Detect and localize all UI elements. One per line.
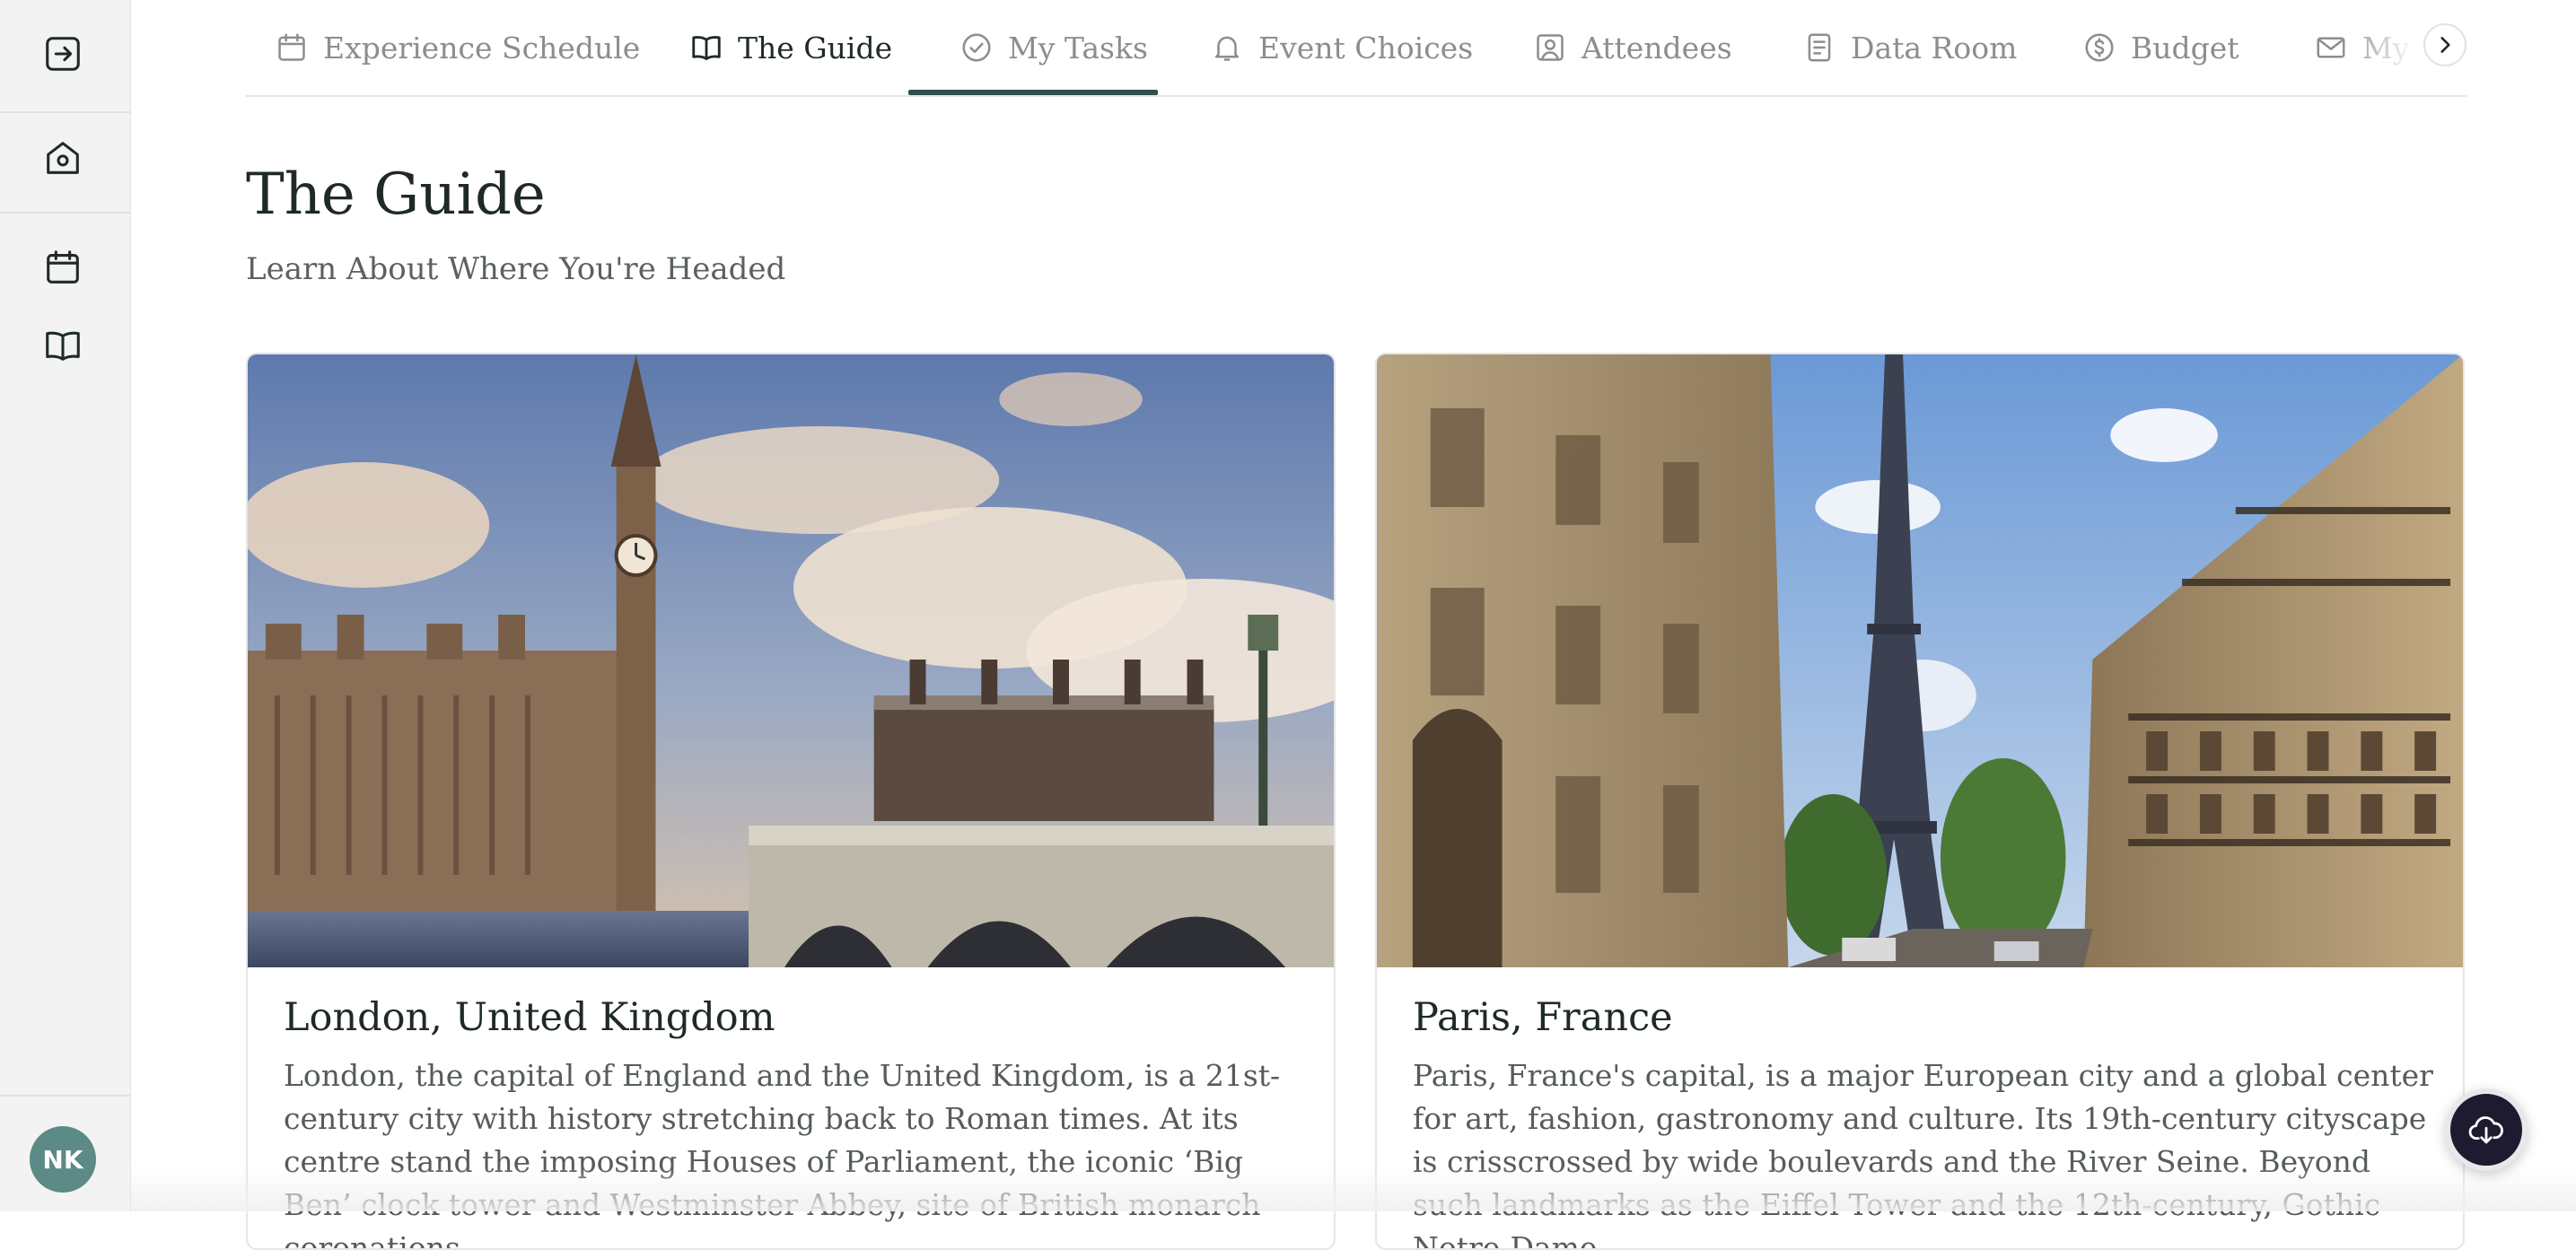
tab-label: Budget (2131, 30, 2239, 66)
sidebar-divider (0, 1095, 131, 1097)
paris-image (1377, 354, 2463, 967)
schedule-button[interactable] (36, 240, 90, 294)
tab-scroll-next-button[interactable] (2423, 23, 2466, 66)
tab-my-tasks[interactable]: My Tasks (959, 0, 1148, 95)
active-tab-indicator (908, 90, 1158, 95)
card-description: London, the capital of England and the U… (284, 1058, 1281, 1250)
exit-button[interactable] (36, 27, 90, 81)
card-title: Paris, France (1413, 995, 1673, 1040)
book-icon (692, 36, 721, 61)
check-circle-icon (962, 33, 991, 62)
user-avatar[interactable]: NK (30, 1126, 96, 1193)
tab-label: The Guide (738, 30, 893, 66)
download-fab-button[interactable] (2445, 1088, 2528, 1171)
bell-icon (1214, 36, 1240, 61)
calendar-icon (47, 250, 79, 284)
tab-bar: Experience Schedule The Guide My Tasks E… (246, 0, 2466, 97)
user-square-icon (1537, 34, 1564, 61)
card-description: Paris, France's capital, is a major Euro… (1413, 1058, 2433, 1250)
dollar-circle-icon (2085, 33, 2114, 62)
sidebar: NK (0, 0, 131, 1211)
card-title: London, United Kingdom (284, 995, 775, 1040)
home-button[interactable] (36, 131, 90, 185)
book-icon (46, 331, 80, 361)
london-image (248, 354, 1334, 967)
tab-label: Attendees (1582, 30, 1732, 66)
guide-card-paris[interactable]: Paris, France Paris, France's capital, i… (1375, 353, 2465, 1250)
tab-event-choices[interactable]: Event Choices (1210, 0, 1473, 95)
exit-icon (46, 37, 80, 71)
guide-button[interactable] (36, 319, 90, 372)
tab-data-room[interactable]: Data Room (1802, 0, 2017, 95)
tab-label: My Tasks (1008, 30, 1148, 66)
calendar-icon (278, 33, 305, 61)
tab-label: Data Room (1851, 30, 2018, 66)
sidebar-divider (0, 111, 131, 113)
tab-attendees[interactable]: Attendees (1533, 0, 1732, 95)
cloud-download-icon (2468, 1116, 2503, 1144)
home-icon (47, 142, 79, 174)
tab-the-guide[interactable]: The Guide (689, 0, 892, 95)
tab-label: Event Choices (1258, 30, 1474, 66)
tab-budget[interactable]: Budget (2082, 0, 2239, 95)
chevron-right-icon (2440, 37, 2450, 53)
guide-card-london[interactable]: London, United Kingdom London, the capit… (246, 353, 1336, 1250)
page-title: The Guide (246, 162, 546, 228)
document-icon (1808, 33, 1831, 62)
tab-label: Experience Schedule (323, 30, 641, 66)
tab-experience-schedule[interactable]: Experience Schedule (275, 0, 640, 95)
page-subtitle: Learn About Where You're Headed (246, 251, 786, 287)
sidebar-divider (0, 212, 131, 214)
